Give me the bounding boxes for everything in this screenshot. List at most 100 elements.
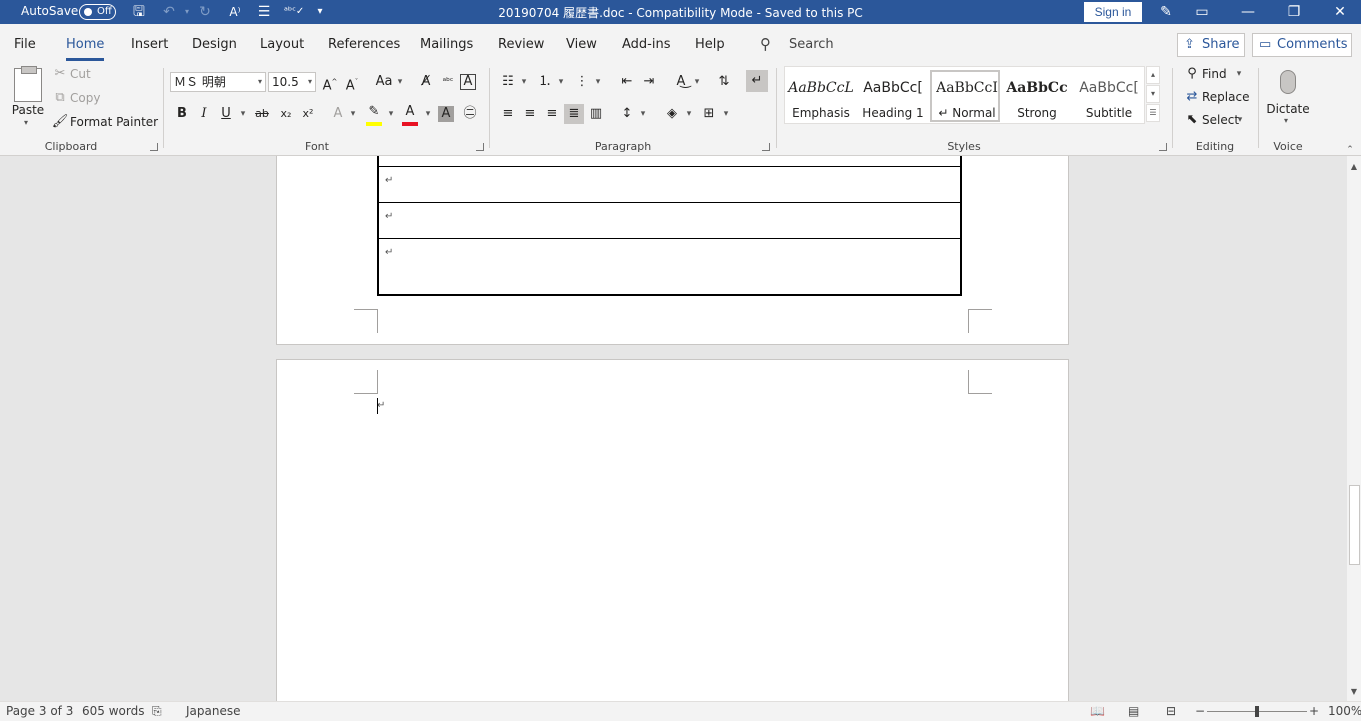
show-paragraph-marks-icon[interactable]: ↵ xyxy=(746,70,768,92)
asian-layout-icon[interactable]: A͜ xyxy=(671,72,691,92)
tab-review[interactable]: Review xyxy=(498,37,544,52)
paragraph-launcher-icon[interactable] xyxy=(762,143,770,151)
align-left-icon[interactable]: ≡ xyxy=(498,104,518,124)
justify-icon[interactable]: ≣ xyxy=(564,104,584,124)
scroll-down-icon[interactable]: ▼ xyxy=(1347,685,1361,699)
dictate-button[interactable]: Dictate ▾ xyxy=(1266,66,1310,132)
line-spacing-dropdown-icon[interactable]: ▾ xyxy=(638,104,648,124)
tab-home[interactable]: Home xyxy=(66,37,105,61)
tab-help[interactable]: Help xyxy=(695,37,725,52)
scroll-up-icon[interactable]: ▲ xyxy=(1347,160,1361,174)
shading-dropdown-icon[interactable]: ▾ xyxy=(684,104,694,124)
replace-button[interactable]: Replace xyxy=(1202,87,1249,107)
search-box[interactable]: ⚲ Search xyxy=(760,35,960,55)
select-button[interactable]: Select xyxy=(1202,110,1239,130)
copy-button[interactable]: Copy xyxy=(70,88,100,108)
zoom-level[interactable]: 100% xyxy=(1328,704,1361,718)
multilevel-dropdown-icon[interactable]: ▾ xyxy=(593,72,603,92)
comments-button[interactable]: ▭ Comments xyxy=(1252,33,1352,57)
enclose-characters-icon[interactable]: ㊁ xyxy=(460,104,480,124)
highlight-dropdown-icon[interactable]: ▾ xyxy=(386,104,396,124)
tab-layout[interactable]: Layout xyxy=(260,37,304,52)
paste-button[interactable]: Paste ▾ xyxy=(10,66,46,132)
change-case-icon[interactable]: Aa xyxy=(372,72,396,92)
minimize-icon[interactable]: — xyxy=(1225,0,1271,24)
proofing-icon[interactable]: ⎘ xyxy=(152,704,162,719)
zoom-slider-thumb[interactable] xyxy=(1255,706,1259,717)
clear-formatting-icon[interactable]: A̸ xyxy=(416,72,436,92)
shading-icon[interactable]: ◈ xyxy=(662,104,682,124)
bullets-dropdown-icon[interactable]: ▾ xyxy=(519,72,529,92)
styles-scroll-up-icon[interactable]: ▴ xyxy=(1146,66,1160,84)
vertical-scrollbar[interactable]: ▲ ▼ xyxy=(1347,156,1361,701)
styles-more-icon[interactable]: ☰ xyxy=(1146,104,1160,122)
align-center-icon[interactable]: ≡ xyxy=(520,104,540,124)
style-emphasis[interactable]: AaBbCcL Emphasis xyxy=(786,70,856,122)
tab-add-ins[interactable]: Add-ins xyxy=(622,37,670,52)
text-effects-icon[interactable]: A xyxy=(328,104,348,124)
tab-references[interactable]: References xyxy=(328,37,400,52)
underline-dropdown-icon[interactable]: ▾ xyxy=(238,104,248,124)
phonetic-guide-icon[interactable]: ᵃᵇᶜ xyxy=(438,72,458,92)
customize-toolbar-icon[interactable]: ▾ xyxy=(311,3,329,21)
bullets-icon[interactable]: ☷ xyxy=(498,72,518,92)
multilevel-list-icon[interactable]: ⋮ xyxy=(572,72,592,92)
share-button[interactable]: ⇪ Share xyxy=(1177,33,1245,57)
borders-dropdown-icon[interactable]: ▾ xyxy=(721,104,731,124)
table-row[interactable]: ↵ xyxy=(379,167,960,203)
text-effects-dropdown-icon[interactable]: ▾ xyxy=(348,104,358,124)
line-spacing-icon[interactable]: ↕ xyxy=(617,104,637,124)
bold-button[interactable]: B xyxy=(172,104,192,124)
spelling-icon[interactable]: ᵃᵇᶜ✓ xyxy=(284,3,304,21)
paste-dropdown-icon[interactable]: ▾ xyxy=(24,118,28,127)
underline-button[interactable]: U xyxy=(216,104,236,124)
change-case-dropdown-icon[interactable]: ▾ xyxy=(395,72,405,92)
superscript-button[interactable]: x² xyxy=(298,104,318,124)
clipboard-launcher-icon[interactable] xyxy=(150,143,158,151)
increase-indent-icon[interactable]: ⇥ xyxy=(639,72,659,92)
table-row[interactable]: ↵ xyxy=(379,203,960,239)
restore-icon[interactable]: ❐ xyxy=(1271,0,1317,24)
web-layout-icon[interactable]: ⊟ xyxy=(1166,704,1176,718)
word-count[interactable]: 605 words xyxy=(82,704,144,718)
italic-button[interactable]: I xyxy=(194,104,214,124)
decrease-indent-icon[interactable]: ⇤ xyxy=(617,72,637,92)
table-row[interactable]: ↵ xyxy=(379,239,960,275)
distributed-icon[interactable]: ▥ xyxy=(586,104,606,124)
highlight-icon[interactable]: ✎ xyxy=(364,102,384,122)
align-right-icon[interactable]: ≡ xyxy=(542,104,562,124)
read-mode-icon[interactable]: 📖 xyxy=(1090,704,1105,718)
dictate-dropdown-icon[interactable]: ▾ xyxy=(1284,116,1288,125)
character-shading-icon[interactable]: A xyxy=(438,106,454,122)
asian-layout-dropdown-icon[interactable]: ▾ xyxy=(692,72,702,92)
font-color-dropdown-icon[interactable]: ▾ xyxy=(423,104,433,124)
character-border-icon[interactable]: A xyxy=(460,74,476,90)
tab-design[interactable]: Design xyxy=(192,37,237,52)
subscript-button[interactable]: x₂ xyxy=(276,104,296,124)
undo-icon[interactable]: ↶ xyxy=(160,3,178,21)
zoom-in-icon[interactable]: + xyxy=(1309,704,1319,718)
cut-button[interactable]: Cut xyxy=(70,64,91,84)
autosave-toggle[interactable]: Off xyxy=(79,4,116,20)
document-area[interactable]: ↵ ↵ ↵ ↵ ↵ xyxy=(0,156,1347,701)
strikethrough-button[interactable]: ab xyxy=(252,104,272,124)
style-heading-1[interactable]: AaBbCc[ Heading 1 xyxy=(858,70,928,122)
select-dropdown-icon[interactable]: ▾ xyxy=(1235,110,1245,130)
undo-dropdown-icon[interactable]: ▾ xyxy=(178,3,196,21)
styles-scroll-down-icon[interactable]: ▾ xyxy=(1146,85,1160,103)
read-aloud-icon[interactable]: A⁾ xyxy=(226,3,244,21)
style-normal[interactable]: AaBbCcI ↵ Normal xyxy=(930,70,1000,122)
borders-icon[interactable]: ⊞ xyxy=(699,104,719,124)
tab-mailings[interactable]: Mailings xyxy=(420,37,473,52)
grow-font-icon[interactable]: A^ xyxy=(320,72,340,93)
save-icon[interactable]: 🖫 xyxy=(130,3,148,21)
ribbon-display-icon[interactable]: ▭ xyxy=(1179,0,1225,24)
sort-icon[interactable]: ⇅ xyxy=(714,72,734,92)
numbering-icon[interactable]: ⒈ xyxy=(535,72,555,92)
page-count[interactable]: Page 3 of 3 xyxy=(6,704,73,718)
font-launcher-icon[interactable] xyxy=(476,143,484,151)
zoom-out-icon[interactable]: − xyxy=(1195,704,1205,718)
redo-icon[interactable]: ↻ xyxy=(196,3,214,21)
tab-file[interactable]: File xyxy=(14,37,36,52)
sign-in-button[interactable]: Sign in xyxy=(1084,2,1142,22)
